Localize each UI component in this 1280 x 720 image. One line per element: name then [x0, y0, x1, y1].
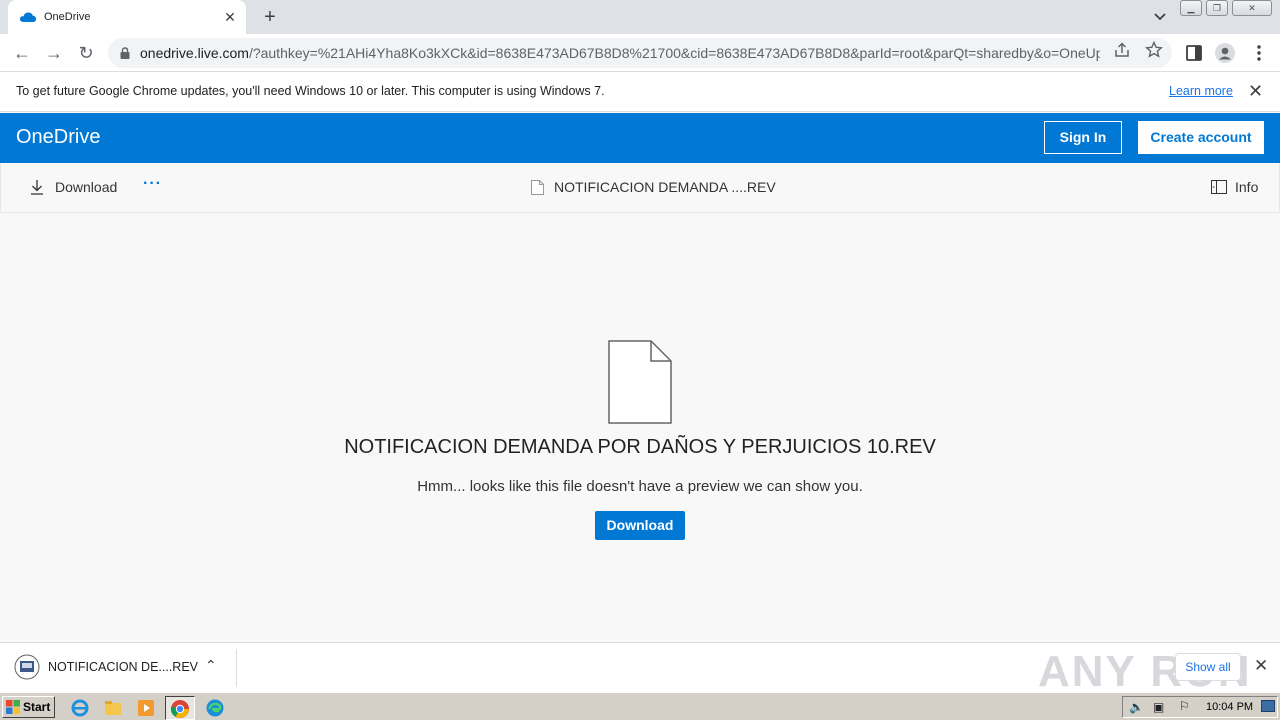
- back-icon[interactable]: ←: [10, 41, 34, 65]
- file-name-heading: NOTIFICACION DEMANDA POR DAÑOS Y PERJUIC…: [344, 436, 936, 458]
- command-download-button[interactable]: Download: [29, 179, 117, 195]
- shelf-divider: [236, 649, 237, 687]
- tab-close-icon[interactable]: ✕: [218, 9, 242, 26]
- downloaded-file-icon: [14, 654, 40, 680]
- info-button[interactable]: Info: [1211, 179, 1258, 195]
- browser-toolbar: ← → ↻ onedrive.live.com/?authkey=%21AHi4…: [0, 34, 1280, 72]
- onedrive-brand[interactable]: OneDrive: [16, 126, 100, 149]
- share-icon[interactable]: [1113, 41, 1131, 59]
- file-viewer: NOTIFICACION DEMANDA POR DAÑOS Y PERJUIC…: [0, 214, 1280, 642]
- onedrive-header: OneDrive Sign In Create account: [0, 113, 1280, 163]
- downloaded-file-item[interactable]: NOTIFICACION DE....REV: [14, 654, 198, 680]
- command-file-title: NOTIFICACION DEMANDA ....REV: [531, 179, 776, 195]
- menu-kebab-icon[interactable]: [1249, 43, 1269, 63]
- lock-icon: [120, 47, 130, 59]
- tab-search-chevron-icon[interactable]: [1150, 6, 1170, 26]
- windows-taskbar: Start 🔈 ▣ ⚐ 10:04 PM: [0, 692, 1280, 720]
- side-panel-icon[interactable]: [1184, 43, 1204, 63]
- download-button[interactable]: Download: [595, 511, 685, 540]
- window-close-icon[interactable]: ✕: [1232, 0, 1272, 16]
- show-all-button[interactable]: Show all: [1175, 653, 1241, 681]
- download-shelf: NOTIFICACION DE....REV ⌃ ANY RUN Show al…: [0, 642, 1280, 696]
- media-player-icon[interactable]: [136, 698, 156, 718]
- info-pane-icon: [1211, 180, 1227, 194]
- taskbar-clock[interactable]: 10:04 PM: [1206, 701, 1253, 713]
- download-options-chevron-icon[interactable]: ⌃: [205, 657, 217, 674]
- browser-tab-onedrive[interactable]: OneDrive ✕: [8, 0, 246, 34]
- infobar-close-icon[interactable]: ✕: [1248, 81, 1263, 102]
- no-preview-message: Hmm... looks like this file doesn't have…: [417, 478, 863, 495]
- address-bar[interactable]: onedrive.live.com/?authkey=%21AHi4Yha8Ko…: [108, 38, 1172, 68]
- info-label: Info: [1235, 179, 1259, 195]
- learn-more-link[interactable]: Learn more: [1169, 84, 1233, 98]
- file-small-icon: [531, 179, 544, 195]
- start-button[interactable]: Start: [2, 696, 55, 718]
- file-explorer-icon[interactable]: [103, 698, 123, 718]
- network-icon[interactable]: ▣: [1153, 700, 1164, 714]
- command-bar: Download ··· NOTIFICACION DEMANDA ....RE…: [0, 163, 1280, 213]
- show-desktop-icon[interactable]: [1261, 700, 1275, 712]
- reload-icon[interactable]: ↻: [74, 41, 98, 65]
- forward-icon[interactable]: →: [42, 41, 66, 65]
- chrome-icon: [170, 700, 189, 718]
- chrome-taskbar-button[interactable]: [165, 696, 195, 720]
- bookmark-star-icon[interactable]: [1145, 41, 1163, 59]
- minimize-icon[interactable]: ▁: [1180, 0, 1202, 16]
- windows-flag-icon: [6, 700, 20, 714]
- internet-explorer-icon[interactable]: [70, 698, 90, 718]
- sign-in-button[interactable]: Sign In: [1044, 121, 1122, 154]
- shelf-close-icon[interactable]: ✕: [1254, 656, 1268, 676]
- update-infobar: To get future Google Chrome updates, you…: [0, 72, 1280, 112]
- volume-icon[interactable]: 🔈: [1129, 700, 1144, 714]
- new-tab-button[interactable]: +: [258, 4, 282, 30]
- browser-tab-strip: OneDrive ✕ + ▁ ❐ ✕: [0, 0, 1280, 34]
- infobar-message: To get future Google Chrome updates, you…: [16, 84, 605, 98]
- url-host: onedrive.live.com: [140, 45, 249, 61]
- create-account-button[interactable]: Create account: [1138, 121, 1264, 154]
- edge-icon[interactable]: [205, 698, 225, 718]
- command-download-label: Download: [55, 179, 118, 195]
- downloaded-file-name: NOTIFICACION DE....REV: [48, 660, 199, 674]
- profile-avatar-icon[interactable]: [1215, 43, 1235, 63]
- system-tray: 🔈 ▣ ⚐ 10:04 PM: [1122, 696, 1278, 718]
- url-path: /?authkey=%21AHi4Yha8Ko3kXCk&id=8638E473…: [248, 45, 1100, 61]
- action-center-flag-icon[interactable]: ⚐: [1179, 699, 1190, 713]
- restore-icon[interactable]: ❐: [1206, 0, 1228, 16]
- start-label: Start: [23, 700, 51, 714]
- more-options-button[interactable]: ···: [143, 175, 162, 193]
- download-icon: [31, 180, 43, 195]
- url-text: onedrive.live.com/?authkey=%21AHi4Yha8Ko…: [140, 45, 1100, 61]
- command-file-name: NOTIFICACION DEMANDA ....REV: [554, 179, 776, 195]
- tab-title: OneDrive: [44, 11, 91, 23]
- window-controls: ▁ ❐ ✕: [1180, 0, 1272, 16]
- file-large-icon: [608, 340, 672, 424]
- onedrive-cloud-icon: [20, 12, 36, 22]
